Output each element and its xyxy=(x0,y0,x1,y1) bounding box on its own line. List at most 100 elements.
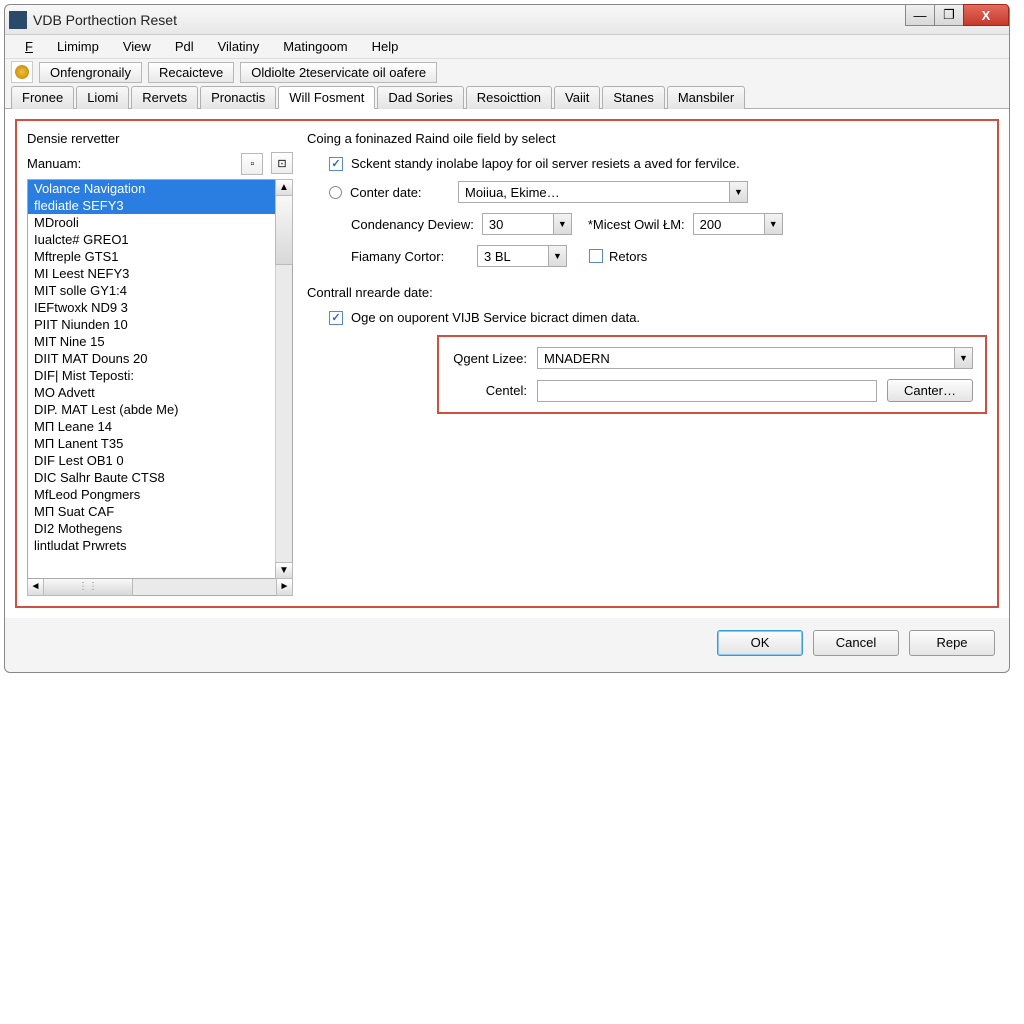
radio-conter-date[interactable] xyxy=(329,186,342,199)
list-item[interactable]: MI Leest NEFY3 xyxy=(28,265,275,282)
menu-help[interactable]: Help xyxy=(360,37,411,56)
scroll-left-icon[interactable]: ◄ xyxy=(27,578,44,596)
tab-pronactis[interactable]: Pronactis xyxy=(200,86,276,109)
qgent-combo[interactable]: MNADERN ▼ xyxy=(537,347,973,369)
list-item[interactable]: PIIT Niunden 10 xyxy=(28,316,275,333)
titlebar: VDB Porthection Reset — ❐ X xyxy=(5,5,1009,35)
toolbar-icon[interactable] xyxy=(11,61,33,83)
list-item[interactable]: flediatle SEFY3 xyxy=(28,197,275,214)
list-item[interactable]: Volance Navigation xyxy=(28,180,275,197)
minimize-button[interactable]: — xyxy=(905,4,935,26)
chk-sckent-standy-label: Sckent standy inolabe lapoy for oil serv… xyxy=(351,156,740,171)
list-item[interactable]: MDrooli xyxy=(28,214,275,231)
list-item[interactable]: MfLeod Pongmers xyxy=(28,486,275,503)
menu-limimp[interactable]: Limimp xyxy=(45,37,111,56)
manuam-label: Manuam: xyxy=(27,156,81,171)
left-group-title: Densie rervetter xyxy=(27,131,293,146)
condenancy-label: Condenancy Deview: xyxy=(351,217,474,232)
cancel-button[interactable]: Cancel xyxy=(813,630,899,656)
micest-value: 200 xyxy=(694,217,764,232)
toolbar-onfengronaily[interactable]: Onfengronaily xyxy=(39,62,142,83)
list-h-scrollbar[interactable]: ◄ ⋮⋮ ► xyxy=(27,579,293,596)
app-window: VDB Porthection Reset — ❐ X F Limimp Vie… xyxy=(4,4,1010,673)
scroll-up-icon[interactable]: ▲ xyxy=(275,179,293,196)
list-item[interactable]: MП Lanent T35 xyxy=(28,435,275,452)
chevron-down-icon[interactable]: ▼ xyxy=(548,246,566,266)
app-icon xyxy=(9,11,27,29)
tab-rervets[interactable]: Rervets xyxy=(131,86,198,109)
list-item[interactable]: IEFtwoxk ND9 3 xyxy=(28,299,275,316)
list-item[interactable]: Iualcte# GREO1 xyxy=(28,231,275,248)
fiamany-value: 3 BL xyxy=(478,249,548,264)
tab-liomi[interactable]: Liomi xyxy=(76,86,129,109)
list-item[interactable]: DIP. MAT Lest (abde Me) xyxy=(28,401,275,418)
ok-button[interactable]: OK xyxy=(717,630,803,656)
list-v-scrollbar[interactable]: ▲ ▼ xyxy=(275,180,292,578)
vehicle-listbox[interactable]: Volance Navigationflediatle SEFY3MDrooli… xyxy=(27,179,293,579)
content-area: Densie rervetter Manuam: ▫ ⊡ Volance Nav… xyxy=(5,109,1009,618)
menu-pdl[interactable]: Pdl xyxy=(163,37,206,56)
fiamany-label: Fiamany Cortor: xyxy=(351,249,469,264)
tab-stanes[interactable]: Stanes xyxy=(602,86,664,109)
list-item[interactable]: lintludat Prwrets xyxy=(28,537,275,554)
maximize-button[interactable]: ❐ xyxy=(934,4,964,26)
list-item[interactable]: DIIT MAT Douns 20 xyxy=(28,350,275,367)
menu-view[interactable]: View xyxy=(111,37,163,56)
chevron-down-icon[interactable]: ▼ xyxy=(764,214,782,234)
qgent-value: MNADERN xyxy=(538,351,954,366)
highlighted-credentials: Qgent Lizee: MNADERN ▼ Centel: Canter… xyxy=(437,335,987,414)
tab-mansbiler[interactable]: Mansbiler xyxy=(667,86,745,109)
dialog-buttons: OK Cancel Repe xyxy=(5,618,1009,672)
list-item[interactable]: DIC Salhr Baute CTS8 xyxy=(28,469,275,486)
menu-matingoom[interactable]: Matingoom xyxy=(271,37,359,56)
list-item[interactable]: MП Suat CAF xyxy=(28,503,275,520)
micest-combo[interactable]: 200 ▼ xyxy=(693,213,783,235)
canter-button[interactable]: Canter… xyxy=(887,379,973,402)
centel-input[interactable] xyxy=(537,380,877,402)
chevron-down-icon[interactable]: ▼ xyxy=(729,182,747,202)
chevron-down-icon[interactable]: ▼ xyxy=(553,214,571,234)
scroll-thumb[interactable] xyxy=(275,195,293,265)
menu-vilatiny[interactable]: Vilatiny xyxy=(206,37,272,56)
toolbar-oldiolte[interactable]: Oldiolte 2teservicate oil oafere xyxy=(240,62,437,83)
list-item[interactable]: DIF Lest OB1 0 xyxy=(28,452,275,469)
list-item[interactable]: MO Advett xyxy=(28,384,275,401)
menu-file[interactable]: F xyxy=(13,37,45,56)
conter-date-value: Moiiua, Ekime… xyxy=(459,185,729,200)
right-pane: Coing a foninazed Raind oile field by se… xyxy=(307,131,987,596)
scroll-down-icon[interactable]: ▼ xyxy=(275,562,293,579)
tab-will-fosment[interactable]: Will Fosment xyxy=(278,86,375,109)
list-item[interactable]: MП Leane 14 xyxy=(28,418,275,435)
fiamany-combo[interactable]: 3 BL ▼ xyxy=(477,245,567,267)
close-button[interactable]: X xyxy=(963,4,1009,26)
tab-vaiit[interactable]: Vaiit xyxy=(554,86,600,109)
chk-retots[interactable] xyxy=(589,249,603,263)
manuam-btn-1[interactable]: ▫ xyxy=(241,153,263,175)
toolbar-recaicteve[interactable]: Recaicteve xyxy=(148,62,234,83)
section2-title: Contrall nrearde date: xyxy=(307,285,987,300)
list-item[interactable]: Mftreple GTS1 xyxy=(28,248,275,265)
manuam-btn-2[interactable]: ⊡ xyxy=(271,152,293,174)
tab-resoicttion[interactable]: Resoicttion xyxy=(466,86,552,109)
section1-title: Coing a foninazed Raind oile field by se… xyxy=(307,131,987,146)
list-item[interactable]: DI2 Mothegens xyxy=(28,520,275,537)
condenancy-combo[interactable]: 30 ▼ xyxy=(482,213,572,235)
window-title: VDB Porthection Reset xyxy=(33,12,1005,28)
list-item[interactable]: MIT Nine 15 xyxy=(28,333,275,350)
chk-oge-ouporent[interactable] xyxy=(329,311,343,325)
micest-label: *Micest Owil ŁM: xyxy=(588,217,685,232)
list-item[interactable]: DIF| Mist Teposti: xyxy=(28,367,275,384)
tab-dad-sories[interactable]: Dad Sories xyxy=(377,86,463,109)
hscroll-thumb[interactable]: ⋮⋮ xyxy=(43,578,133,596)
menubar: F Limimp View Pdl Vilatiny Matingoom Hel… xyxy=(5,35,1009,59)
toolbar: Onfengronaily Recaicteve Oldiolte 2teser… xyxy=(5,59,1009,85)
tab-fronee[interactable]: Fronee xyxy=(11,86,74,109)
list-item[interactable]: MIT solle GY1:4 xyxy=(28,282,275,299)
scroll-right-icon[interactable]: ► xyxy=(276,578,293,596)
chk-retots-label: Retors xyxy=(609,249,647,264)
chevron-down-icon[interactable]: ▼ xyxy=(954,348,972,368)
repe-button[interactable]: Repe xyxy=(909,630,995,656)
chk-sckent-standy[interactable] xyxy=(329,157,343,171)
conter-date-combo[interactable]: Moiiua, Ekime… ▼ xyxy=(458,181,748,203)
highlighted-panel: Densie rervetter Manuam: ▫ ⊡ Volance Nav… xyxy=(15,119,999,608)
